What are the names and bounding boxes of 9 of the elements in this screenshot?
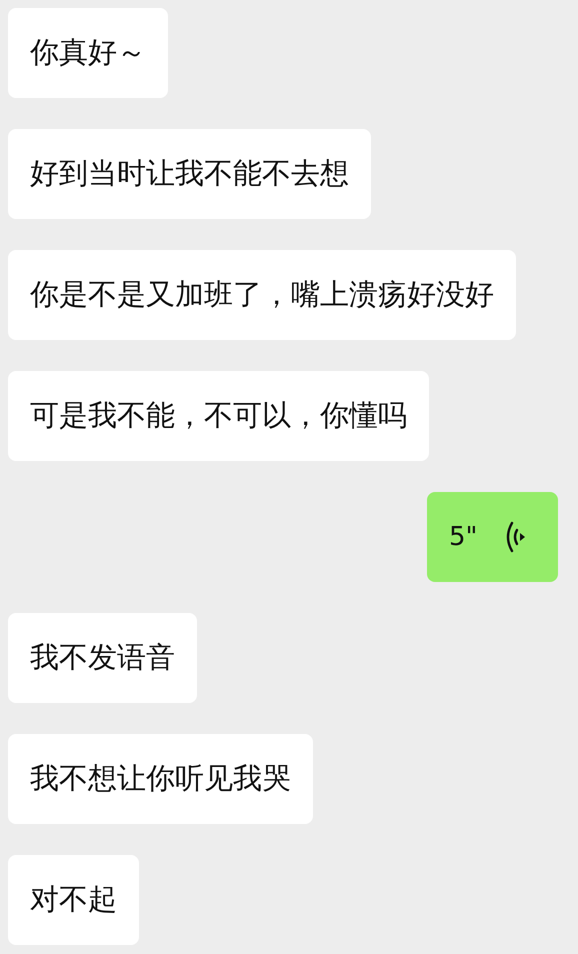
message-bubble: 好到当时让我不能不去想 bbox=[8, 129, 371, 219]
voice-message[interactable]: 5" bbox=[427, 492, 558, 582]
message-bubble: 你是不是又加班了，嘴上溃疡好没好 bbox=[8, 250, 516, 340]
message-bubble: 我不发语音 bbox=[8, 613, 197, 703]
message-bubble: 对不起 bbox=[8, 855, 139, 945]
voice-duration: 5" bbox=[449, 520, 478, 554]
message-bubble: 我不想让你听见我哭 bbox=[8, 734, 313, 824]
message-bubble: 可是我不能，不可以，你懂吗 bbox=[8, 371, 429, 461]
message-bubble: 你真好～ bbox=[8, 8, 168, 98]
